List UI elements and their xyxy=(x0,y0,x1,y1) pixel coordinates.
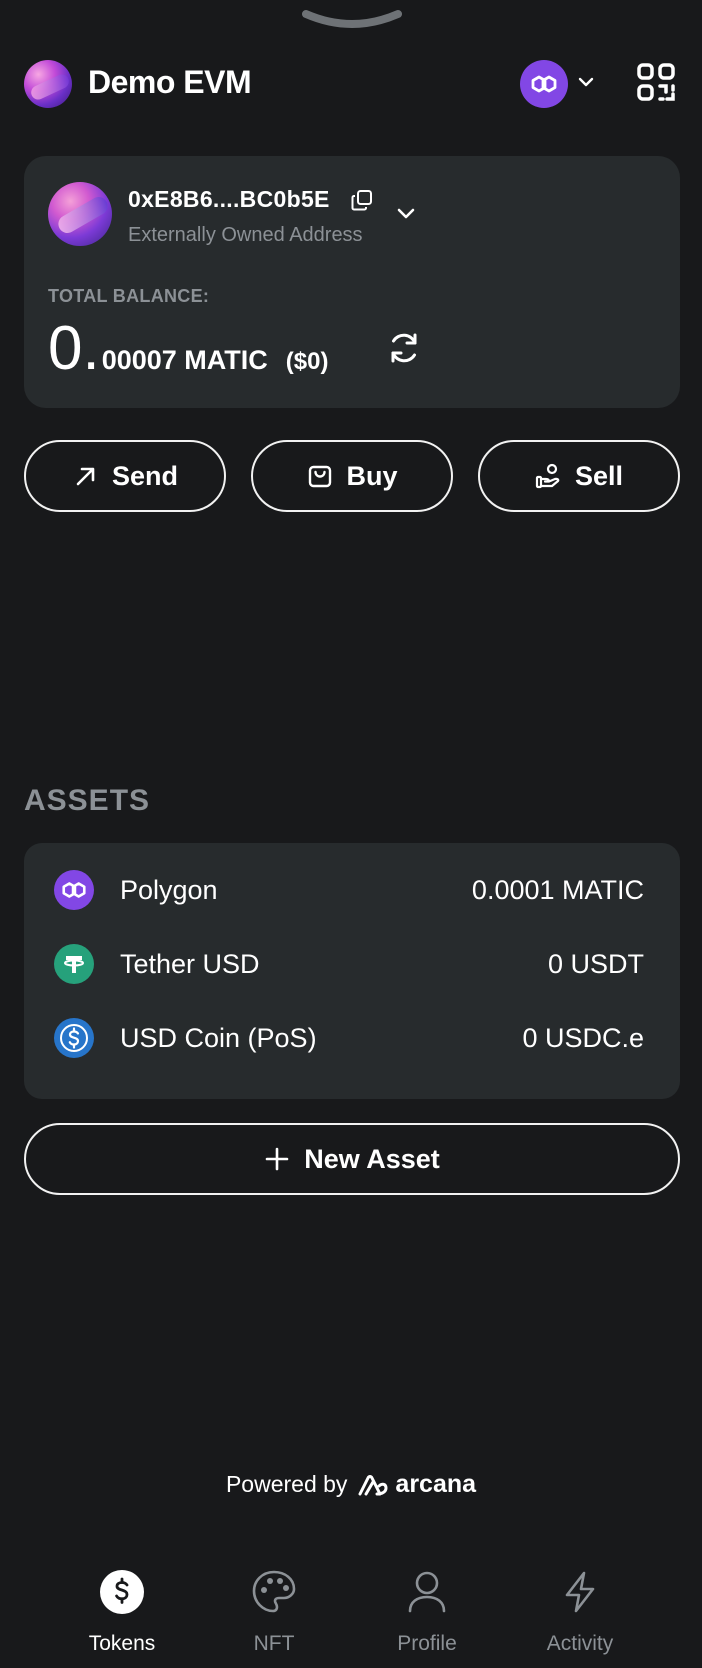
nav-profile[interactable]: Profile xyxy=(357,1560,497,1660)
new-asset-label: New Asset xyxy=(304,1143,440,1174)
wallet-address: 0xE8B6....BC0b5E xyxy=(128,186,330,212)
copy-icon[interactable] xyxy=(350,188,374,212)
qr-scan-icon[interactable] xyxy=(636,62,676,102)
app-header: Demo EVM xyxy=(24,58,678,114)
buy-button[interactable]: Buy xyxy=(251,440,453,512)
buy-label: Buy xyxy=(346,460,398,491)
balance-decimal-point: . xyxy=(82,314,100,383)
chevron-down-icon[interactable] xyxy=(576,72,596,92)
sell-label: Sell xyxy=(574,460,624,491)
account-type: Externally Owned Address xyxy=(128,224,363,246)
balance-label: TOTAL BALANCE: xyxy=(48,286,210,306)
bottom-nav: Tokens NFT Profile Activity xyxy=(0,1560,702,1668)
asset-amount: 0 USDT xyxy=(547,948,644,979)
asset-amount: 0.0001 MATIC xyxy=(471,874,644,905)
app-avatar xyxy=(24,60,72,108)
asset-name: Polygon xyxy=(120,874,218,905)
shopping-bag-icon xyxy=(309,465,332,488)
balance-fiat: ($0) xyxy=(285,348,329,375)
chain-selector-button[interactable] xyxy=(520,60,568,108)
nav-label: Activity xyxy=(546,1632,614,1655)
usdc-icon xyxy=(54,1018,94,1058)
asset-row-tether[interactable]: Tether USD 0 USDT xyxy=(24,927,680,1001)
sell-button[interactable]: Sell xyxy=(478,440,680,512)
drag-handle-icon[interactable] xyxy=(300,8,404,30)
asset-name: Tether USD xyxy=(120,948,260,979)
balance-fraction: 00007 MATIC xyxy=(101,345,268,375)
account-card: 0xE8B6....BC0b5E Externally Owned Addres… xyxy=(24,156,680,408)
powered-by: Powered by arcana xyxy=(0,1470,702,1499)
balance-integer: 0 xyxy=(48,314,83,383)
asset-row-polygon[interactable]: Polygon 0.0001 MATIC xyxy=(24,853,680,927)
app-title: Demo EVM xyxy=(88,64,252,100)
arcana-brand: arcana xyxy=(395,1470,477,1498)
send-label: Send xyxy=(111,460,178,491)
arrow-up-right-icon xyxy=(76,467,95,486)
nav-label: Profile xyxy=(397,1632,457,1655)
asset-amount: 0 USDC.e xyxy=(522,1022,644,1053)
plus-icon xyxy=(265,1147,289,1171)
asset-row-usdc[interactable]: USD Coin (PoS) 0 USDC.e xyxy=(24,1001,680,1075)
palette-icon xyxy=(250,1568,298,1616)
tether-icon xyxy=(54,944,94,984)
refresh-icon[interactable] xyxy=(386,330,422,366)
polygon-icon xyxy=(531,75,557,93)
assets-list: Polygon 0.0001 MATIC Tether USD 0 USDT U… xyxy=(24,843,680,1099)
nav-label: NFT xyxy=(253,1632,295,1655)
arcana-logo-icon xyxy=(358,1474,388,1495)
assets-heading: ASSETS xyxy=(24,784,151,817)
dollar-icon xyxy=(98,1568,146,1616)
user-icon xyxy=(403,1568,451,1616)
new-asset-button[interactable]: New Asset xyxy=(24,1123,680,1195)
nav-label: Tokens xyxy=(88,1632,156,1655)
asset-name: USD Coin (PoS) xyxy=(120,1022,317,1053)
powered-by-label: Powered by xyxy=(225,1471,348,1497)
lightning-icon xyxy=(556,1568,604,1616)
polygon-icon xyxy=(54,870,94,910)
nav-activity[interactable]: Activity xyxy=(510,1560,650,1660)
account-chevron-down-icon[interactable] xyxy=(394,202,418,226)
arcana-logo: arcana xyxy=(357,1470,476,1499)
nav-nft[interactable]: NFT xyxy=(204,1560,344,1660)
account-avatar xyxy=(48,182,112,246)
hand-coin-icon xyxy=(535,463,560,489)
nav-tokens[interactable]: Tokens xyxy=(52,1560,192,1660)
total-balance: 0. 00007 MATIC ($0) xyxy=(48,314,328,384)
send-button[interactable]: Send xyxy=(24,440,226,512)
